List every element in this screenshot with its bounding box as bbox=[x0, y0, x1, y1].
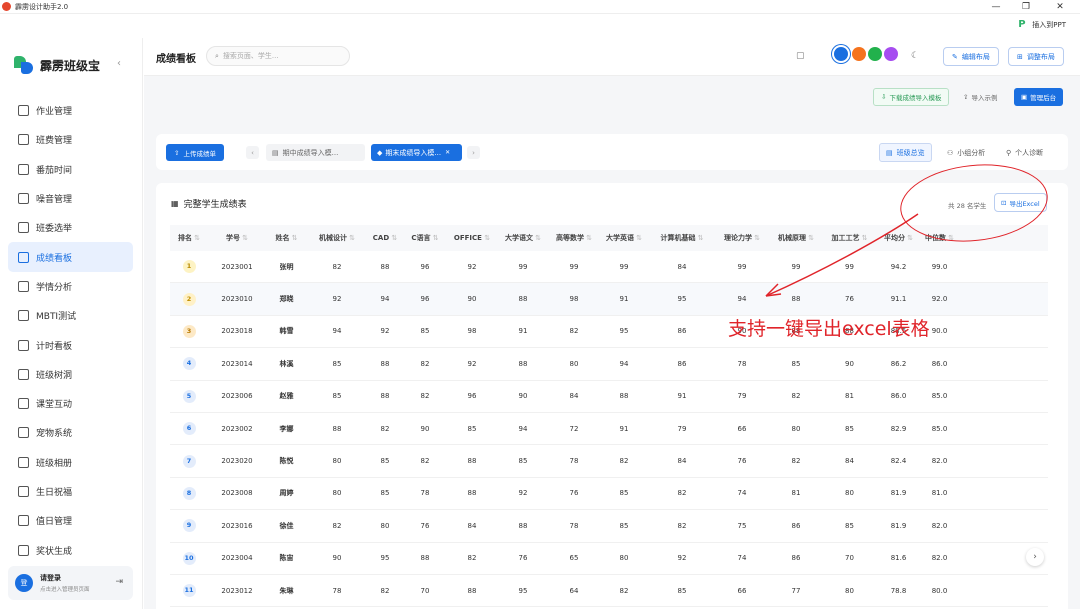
scroll-right-button[interactable]: › bbox=[1026, 548, 1044, 566]
annotation-arrow bbox=[765, 213, 919, 297]
annotation-text: 支持一键导出excel表格 bbox=[728, 318, 930, 340]
